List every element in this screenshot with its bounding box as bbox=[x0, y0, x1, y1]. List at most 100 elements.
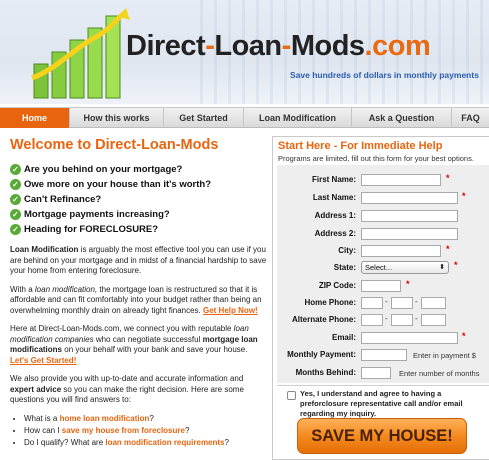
phone-dash: - bbox=[415, 297, 418, 306]
form-subtitle: Programs are limited, fill out this form… bbox=[278, 154, 474, 163]
paragraph-text: Here at Direct-Loan-Mods.com, we connect… bbox=[10, 324, 234, 333]
explanation-paragraph: With a loan modification, the mortgage l… bbox=[10, 285, 268, 317]
form-divider bbox=[277, 385, 489, 386]
address2-field[interactable] bbox=[361, 228, 458, 240]
main-nav: Home How this works Get Started Loan Mod… bbox=[0, 107, 489, 128]
question-item: ✓ Can't Refinance? bbox=[10, 192, 268, 207]
state-select-value: Select... bbox=[365, 263, 393, 272]
question-list: ✓ Are you behind on your mortgage? ✓ Owe m… bbox=[10, 162, 268, 237]
emphasis-text: loan modification, bbox=[34, 284, 98, 294]
alt-phone-line-field[interactable] bbox=[421, 314, 446, 326]
save-house-from-foreclosure-link[interactable]: save my house from foreclosure bbox=[62, 426, 185, 435]
list-item: How can I save my house from foreclosure… bbox=[24, 425, 268, 437]
email-label: Email: bbox=[331, 333, 356, 342]
bullet-text: ? bbox=[184, 425, 190, 435]
brand-suffix: .com bbox=[364, 30, 431, 62]
alt-phone-prefix-field[interactable] bbox=[391, 314, 413, 326]
faq-bullet-list: What is a home loan modification? How ca… bbox=[10, 413, 268, 449]
required-mark: * bbox=[462, 191, 466, 201]
bullet-text: What is a bbox=[24, 413, 60, 423]
home-phone-label: Home Phone: bbox=[304, 298, 356, 307]
site-tagline: Save hundreds of dollars in monthly paym… bbox=[290, 70, 479, 80]
brand-word-mods: Mods bbox=[290, 30, 365, 62]
select-arrow-icon: ⬍ bbox=[439, 264, 445, 271]
required-mark: * bbox=[462, 331, 466, 341]
question-item: ✓ Are you behind on your mortgage? bbox=[10, 162, 268, 177]
city-field[interactable] bbox=[361, 245, 441, 257]
lets-get-started-link[interactable]: Let's Get Started! bbox=[10, 356, 76, 365]
page-title: Welcome to Direct-Loan-Mods bbox=[10, 137, 219, 153]
months-behind-hint: Enter number of months bbox=[399, 369, 480, 378]
nav-item-loan-modification[interactable]: Loan Modification bbox=[244, 108, 352, 128]
phone-dash: - bbox=[385, 297, 388, 306]
consent-checkbox[interactable] bbox=[287, 391, 296, 400]
zip-field[interactable] bbox=[361, 280, 401, 292]
phone-dash: - bbox=[385, 314, 388, 323]
loan-modification-requirements-link[interactable]: loan modification requirements bbox=[105, 438, 224, 447]
question-text: Are you behind on your mortgage? bbox=[24, 164, 183, 175]
check-icon: ✓ bbox=[10, 209, 21, 220]
question-item: ✓ Heading for FORECLOSURE? bbox=[10, 222, 268, 237]
state-select[interactable]: Select... ⬍ bbox=[361, 261, 449, 274]
nav-item-how-this-works[interactable]: How this works bbox=[70, 108, 164, 128]
monthly-payment-label: Monthly Payment: bbox=[287, 350, 356, 359]
home-phone-prefix-field[interactable] bbox=[391, 297, 413, 309]
paragraph-text: With a bbox=[10, 284, 35, 294]
alt-phone-area-field[interactable] bbox=[361, 314, 383, 326]
check-icon: ✓ bbox=[10, 224, 21, 235]
site-header: Direct-Loan-Mods.com Save hundreds of do… bbox=[0, 0, 489, 104]
get-help-now-link[interactable]: Get Help Now! bbox=[203, 306, 258, 315]
brand-dash: - bbox=[205, 30, 215, 62]
monthly-payment-field[interactable] bbox=[361, 349, 407, 361]
alt-phone-label: Alternate Phone: bbox=[291, 315, 356, 324]
question-text: Mortgage payments increasing? bbox=[24, 209, 170, 220]
intro-paragraph: Loan Modification is arguably the most e… bbox=[10, 245, 268, 277]
required-mark: * bbox=[446, 173, 450, 183]
home-phone-area-field[interactable] bbox=[361, 297, 383, 309]
paragraph-text: who can negotiate successful bbox=[93, 334, 203, 344]
address1-label: Address 1: bbox=[314, 211, 356, 220]
paragraph-text: on your behalf with your bank and save y… bbox=[62, 345, 248, 354]
bullet-text: ? bbox=[149, 413, 154, 423]
state-label: State: bbox=[333, 263, 356, 272]
brand-word-direct: Direct bbox=[126, 30, 206, 62]
term-loan-modification: Loan Modification bbox=[10, 245, 79, 254]
form-fields: First Name: * Last Name: * Address 1: Ad… bbox=[277, 165, 489, 383]
nav-item-get-started[interactable]: Get Started bbox=[164, 108, 244, 128]
last-name-field[interactable] bbox=[361, 192, 458, 204]
months-behind-field[interactable] bbox=[361, 367, 391, 379]
bullet-text: Do I qualify? What are bbox=[24, 437, 106, 447]
required-mark: * bbox=[446, 244, 450, 254]
service-paragraph: Here at Direct-Loan-Mods.com, we connect… bbox=[10, 324, 268, 366]
monthly-payment-hint: Enter in payment $ bbox=[413, 351, 476, 360]
question-item: ✓ Mortgage payments increasing? bbox=[10, 207, 268, 222]
consent-text: Yes, I understand and agree to having a … bbox=[300, 389, 463, 418]
home-loan-modification-link[interactable]: home loan modification bbox=[60, 414, 150, 423]
question-text: Can't Refinance? bbox=[24, 194, 102, 205]
bar-chart-logo-icon[interactable] bbox=[30, 8, 130, 100]
nav-item-home[interactable]: Home bbox=[0, 108, 70, 128]
check-icon: ✓ bbox=[10, 164, 21, 175]
site-brand[interactable]: Direct-Loan-Mods.com bbox=[126, 30, 431, 63]
nav-item-ask-a-question[interactable]: Ask a Question bbox=[352, 108, 452, 128]
required-mark: * bbox=[454, 260, 458, 270]
brand-word-loan: Loan bbox=[214, 30, 282, 62]
list-item: What is a home loan modification? bbox=[24, 413, 268, 425]
first-name-field[interactable] bbox=[361, 174, 441, 186]
nav-item-faq[interactable]: FAQ bbox=[452, 108, 489, 128]
list-item: Do I qualify? What are loan modification… bbox=[24, 437, 268, 449]
check-icon: ✓ bbox=[10, 194, 21, 205]
home-phone-line-field[interactable] bbox=[421, 297, 446, 309]
email-field[interactable] bbox=[361, 332, 458, 344]
lead-form-panel: Start Here - For Immediate Help Programs… bbox=[272, 136, 489, 460]
bullet-text: How can I bbox=[24, 425, 62, 435]
main-content: Welcome to Direct-Loan-Mods ✓ Are you beh… bbox=[10, 136, 268, 449]
months-behind-label: Months Behind: bbox=[295, 368, 356, 377]
form-title: Start Here - For Immediate Help bbox=[278, 140, 443, 152]
save-my-house-button[interactable]: SAVE MY HOUSE! bbox=[297, 418, 467, 454]
address1-field[interactable] bbox=[361, 210, 458, 222]
brand-dash: - bbox=[281, 30, 292, 62]
check-icon: ✓ bbox=[10, 179, 21, 190]
city-label: City: bbox=[338, 246, 356, 255]
question-text: Heading for FORECLOSURE? bbox=[24, 224, 159, 235]
